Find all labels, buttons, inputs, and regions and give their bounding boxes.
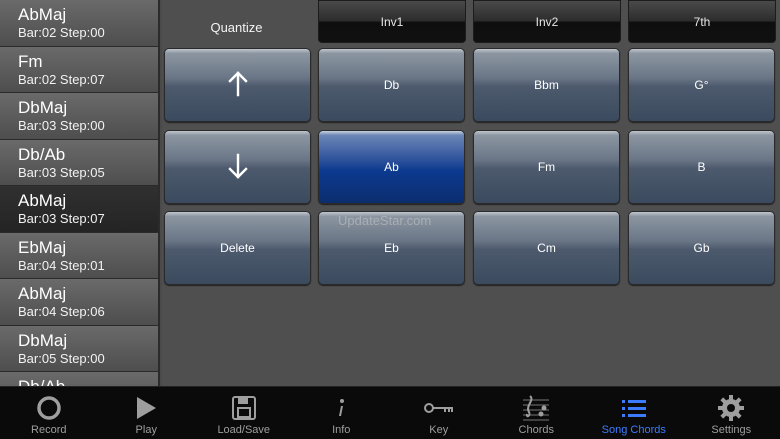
tab-label: Record [31, 424, 67, 436]
move-up-button[interactable] [164, 48, 311, 122]
tab-info[interactable]: Info [293, 387, 391, 439]
chord-name: DbMaj [18, 330, 68, 350]
chord-name: EbMaj [18, 237, 67, 257]
chord-pad[interactable]: Gb [628, 211, 775, 285]
load-save-icon [231, 392, 257, 424]
chord-name: Fm [18, 51, 43, 71]
play-icon [134, 392, 158, 424]
chord-name: Db/Ab [18, 377, 158, 386]
list-item[interactable]: Db/Ab [0, 372, 158, 386]
inv2-button[interactable]: Inv2 [473, 0, 621, 43]
watermark: UpdateStar.com [338, 213, 432, 228]
move-down-button[interactable] [164, 130, 311, 204]
tab-label: Key [429, 424, 449, 436]
tab-label: Info [332, 424, 351, 436]
chord-pad[interactable]: Bbm [473, 48, 620, 122]
chord-pad[interactable]: Cm [473, 211, 620, 285]
arrow-down-icon [226, 152, 250, 183]
chord-pad-active[interactable]: Ab [318, 130, 465, 204]
list-item[interactable]: Fm Bar:02 Step:07 [0, 46, 158, 93]
chord-position: Bar:02 Step:07 [18, 71, 105, 87]
list-item[interactable]: EbMaj Bar:04 Step:01 [0, 232, 158, 279]
tab-label: Play [135, 424, 157, 436]
inv1-button[interactable]: Inv1 [318, 0, 466, 43]
list-item[interactable]: DbMaj Bar:03 Step:00 [0, 93, 158, 140]
chord-pad-area: Quantize Inv1 Inv2 7th Delete Db Bbm G° … [162, 0, 780, 386]
arrow-up-icon [226, 70, 250, 101]
tab-label: Chords [518, 424, 554, 436]
chord-name: AbMaj [18, 5, 67, 24]
chord-position: Bar:03 Step:00 [18, 118, 105, 133]
chord-name: Db/Ab [18, 144, 66, 164]
list-item[interactable]: AbMaj Bar:04 Step:06 [0, 279, 158, 326]
chord-pad[interactable]: Db [318, 48, 465, 122]
chord-position: Bar:02 Step:00 [18, 25, 105, 40]
list-item-selected[interactable]: AbMaj Bar:03 Step:07 [0, 186, 158, 233]
song-chords-list[interactable]: AbMaj Bar:02 Step:00 Fm Bar:02 Step:07 D… [0, 0, 160, 386]
chord-name: AbMaj [18, 191, 67, 210]
info-icon [334, 392, 348, 424]
seventh-button[interactable]: 7th [628, 0, 776, 43]
tab-play[interactable]: Play [98, 387, 196, 439]
tab-label: Song Chords [601, 424, 666, 436]
list-item[interactable]: DbMaj Bar:05 Step:00 [0, 325, 158, 372]
tab-chords[interactable]: Chords [488, 387, 586, 439]
tab-song-chords[interactable]: Song Chords [585, 387, 683, 439]
list-item[interactable]: Db/Ab Bar:03 Step:05 [0, 139, 158, 186]
tab-key[interactable]: Key [390, 387, 488, 439]
chord-pad[interactable]: B [628, 130, 775, 204]
quantize-label: Quantize [210, 19, 263, 35]
chord-position: Bar:04 Step:06 [18, 304, 105, 319]
chord-pad[interactable]: G° [628, 48, 775, 122]
chord-position: Bar:05 Step:00 [18, 350, 105, 366]
chord-name: DbMaj [18, 98, 68, 117]
tab-label: Settings [711, 424, 752, 436]
tab-bar: Record Play Load/Save Info Key Chords So… [0, 386, 780, 439]
chord-pad[interactable]: Fm [473, 130, 620, 204]
list-item[interactable]: AbMaj Bar:02 Step:00 [0, 0, 158, 47]
chord-position: Bar:03 Step:07 [18, 211, 105, 226]
key-icon [423, 392, 455, 424]
chord-position: Bar:04 Step:01 [18, 257, 105, 273]
tab-label: Load/Save [217, 424, 271, 436]
record-icon [36, 392, 62, 424]
chords-icon [521, 392, 551, 424]
delete-button[interactable]: Delete [164, 211, 311, 285]
chord-name: AbMaj [18, 284, 67, 303]
tab-settings[interactable]: Settings [683, 387, 780, 439]
tab-record[interactable]: Record [0, 387, 98, 439]
chord-position: Bar:03 Step:05 [18, 164, 105, 180]
tab-load-save[interactable]: Load/Save [195, 387, 293, 439]
list-icon [621, 392, 647, 424]
gear-icon [717, 392, 745, 424]
